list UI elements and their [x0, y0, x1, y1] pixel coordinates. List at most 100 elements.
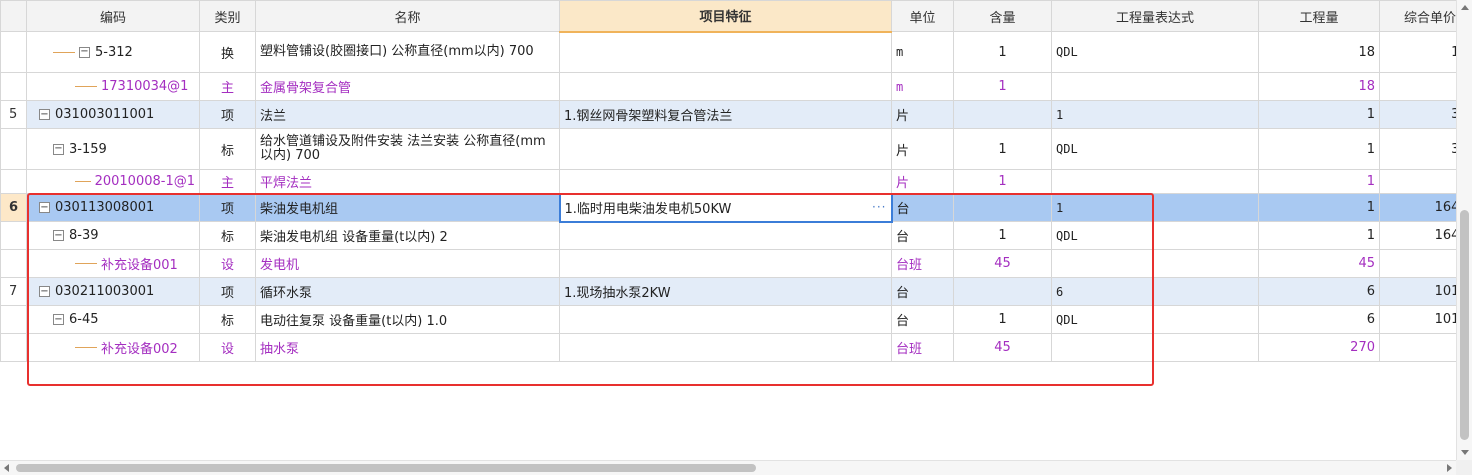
- content-cell[interactable]: 1: [953, 128, 1052, 170]
- header-expr[interactable]: 工程量表达式: [1051, 0, 1259, 32]
- price-cell[interactable]: 16470: [1379, 221, 1456, 250]
- price-cell[interactable]: 10193: [1379, 277, 1456, 306]
- code-cell[interactable]: 补充设备001: [26, 249, 200, 278]
- feature-cell[interactable]: [559, 249, 892, 278]
- content-cell[interactable]: [953, 193, 1052, 222]
- content-cell[interactable]: 1: [953, 169, 1052, 194]
- qty-cell[interactable]: 6: [1258, 305, 1380, 334]
- price-cell[interactable]: [1379, 333, 1456, 362]
- expr-cell[interactable]: QDL: [1051, 128, 1259, 170]
- scroll-right-icon[interactable]: [1447, 464, 1452, 472]
- table-row[interactable]: 17310034@1 主 金属骨架复合管 m 1 18: [0, 72, 1456, 101]
- qty-cell[interactable]: 18: [1258, 31, 1380, 73]
- type-cell[interactable]: 主: [199, 72, 256, 101]
- name-cell[interactable]: 平焊法兰: [255, 169, 560, 194]
- content-cell[interactable]: 1: [953, 221, 1052, 250]
- scroll-up-icon[interactable]: [1461, 5, 1469, 10]
- horizontal-scroll-thumb[interactable]: [16, 464, 756, 472]
- price-cell[interactable]: 10193: [1379, 305, 1456, 334]
- code-cell[interactable]: −5-312: [26, 31, 200, 73]
- table-row[interactable]: 7 −030211003001 项 循环水泵 1.现场抽水泵2KW 台 6 6 …: [0, 277, 1456, 306]
- qty-cell[interactable]: 1: [1258, 100, 1380, 129]
- feature-cell[interactable]: [559, 169, 892, 194]
- vertical-scroll-thumb[interactable]: [1460, 210, 1469, 440]
- unit-cell[interactable]: 台班: [891, 333, 954, 362]
- unit-cell[interactable]: 台: [891, 221, 954, 250]
- name-cell[interactable]: 法兰: [255, 100, 560, 129]
- table-row[interactable]: 20010008-1@1 主 平焊法兰 片 1 1: [0, 169, 1456, 194]
- type-cell[interactable]: 换: [199, 31, 256, 73]
- type-cell[interactable]: 项: [199, 193, 256, 222]
- code-cell[interactable]: −6-45: [26, 305, 200, 334]
- content-cell[interactable]: [953, 100, 1052, 129]
- unit-cell[interactable]: 台: [891, 193, 954, 222]
- type-cell[interactable]: 标: [199, 128, 256, 170]
- code-cell[interactable]: −030113008001: [26, 193, 200, 222]
- header-content[interactable]: 含量: [953, 0, 1052, 32]
- unit-cell[interactable]: 片: [891, 128, 954, 170]
- code-cell[interactable]: 补充设备002: [26, 333, 200, 362]
- expr-cell[interactable]: QDL: [1051, 305, 1259, 334]
- expr-cell[interactable]: QDL: [1051, 31, 1259, 73]
- header-code[interactable]: 编码: [26, 0, 200, 32]
- feature-cell[interactable]: [559, 305, 892, 334]
- unit-cell[interactable]: 片: [891, 100, 954, 129]
- minus-box-icon[interactable]: −: [53, 143, 64, 155]
- unit-cell[interactable]: 片: [891, 169, 954, 194]
- header-feature[interactable]: 项目特征: [559, 0, 892, 33]
- qty-cell[interactable]: 6: [1258, 277, 1380, 306]
- table-row[interactable]: −8-39 标 柴油发电机组 设备重量(t以内) 2 台 1 QDL 1 164…: [0, 221, 1456, 250]
- type-cell[interactable]: 项: [199, 277, 256, 306]
- content-cell[interactable]: 45: [953, 333, 1052, 362]
- qty-cell[interactable]: 1: [1258, 128, 1380, 170]
- code-cell[interactable]: 17310034@1: [26, 72, 200, 101]
- header-price[interactable]: 综合单价: [1379, 0, 1456, 32]
- feature-cell[interactable]: [559, 221, 892, 250]
- name-cell[interactable]: 柴油发电机组 设备重量(t以内) 2: [255, 221, 560, 250]
- table-row[interactable]: 5 −031003011001 项 法兰 1.钢丝网骨架塑料复合管法兰 片 1 …: [0, 100, 1456, 129]
- content-cell[interactable]: 1: [953, 31, 1052, 73]
- table-row[interactable]: −3-159 标 给水管道铺设及附件安装 法兰安装 公称直径(mm以内) 700…: [0, 128, 1456, 170]
- name-cell[interactable]: 循环水泵: [255, 277, 560, 306]
- qty-cell[interactable]: 45: [1258, 249, 1380, 278]
- unit-cell[interactable]: m: [891, 31, 954, 73]
- minus-box-icon[interactable]: −: [79, 46, 90, 58]
- header-type[interactable]: 类别: [199, 0, 256, 32]
- expr-cell[interactable]: [1051, 72, 1259, 101]
- expr-cell[interactable]: 1: [1051, 193, 1259, 222]
- table-row[interactable]: 补充设备001 设 发电机 台班 45 45: [0, 249, 1456, 278]
- feature-cell[interactable]: [559, 128, 892, 170]
- price-cell[interactable]: 104: [1379, 31, 1456, 73]
- name-cell[interactable]: 柴油发电机组: [255, 193, 560, 222]
- unit-cell[interactable]: 台: [891, 305, 954, 334]
- unit-cell[interactable]: 台: [891, 277, 954, 306]
- name-cell[interactable]: 抽水泵: [255, 333, 560, 362]
- content-cell[interactable]: 1: [953, 72, 1052, 101]
- header-unit[interactable]: 单位: [891, 0, 954, 32]
- scroll-left-icon[interactable]: [4, 464, 9, 472]
- minus-box-icon[interactable]: −: [53, 314, 64, 325]
- qty-cell[interactable]: 270: [1258, 333, 1380, 362]
- price-cell[interactable]: 16470: [1379, 193, 1456, 222]
- code-cell[interactable]: −8-39: [26, 221, 200, 250]
- qty-cell[interactable]: 1: [1258, 221, 1380, 250]
- minus-box-icon[interactable]: −: [39, 109, 50, 120]
- code-cell[interactable]: −031003011001: [26, 100, 200, 129]
- table-row-selected[interactable]: 6 −030113008001 项 柴油发电机组 1.临时用电柴油发电机50KW…: [0, 192, 1456, 223]
- table-row[interactable]: 补充设备002 设 抽水泵 台班 45 270: [0, 333, 1456, 362]
- minus-box-icon[interactable]: −: [53, 230, 64, 241]
- qty-cell[interactable]: 1: [1258, 169, 1380, 194]
- type-cell[interactable]: 设: [199, 333, 256, 362]
- name-cell[interactable]: 电动往复泵 设备重量(t以内) 1.0: [255, 305, 560, 334]
- name-cell[interactable]: 金属骨架复合管: [255, 72, 560, 101]
- expr-cell[interactable]: 6: [1051, 277, 1259, 306]
- feature-cell[interactable]: [559, 31, 892, 73]
- expr-cell[interactable]: 1: [1051, 100, 1259, 129]
- price-cell[interactable]: 336: [1379, 100, 1456, 129]
- content-cell[interactable]: 45: [953, 249, 1052, 278]
- qty-cell[interactable]: 1: [1258, 193, 1380, 222]
- feature-cell[interactable]: 1.钢丝网骨架塑料复合管法兰: [559, 100, 892, 129]
- unit-cell[interactable]: m: [891, 72, 954, 101]
- minus-box-icon[interactable]: −: [39, 286, 50, 297]
- code-cell[interactable]: −3-159: [26, 128, 200, 170]
